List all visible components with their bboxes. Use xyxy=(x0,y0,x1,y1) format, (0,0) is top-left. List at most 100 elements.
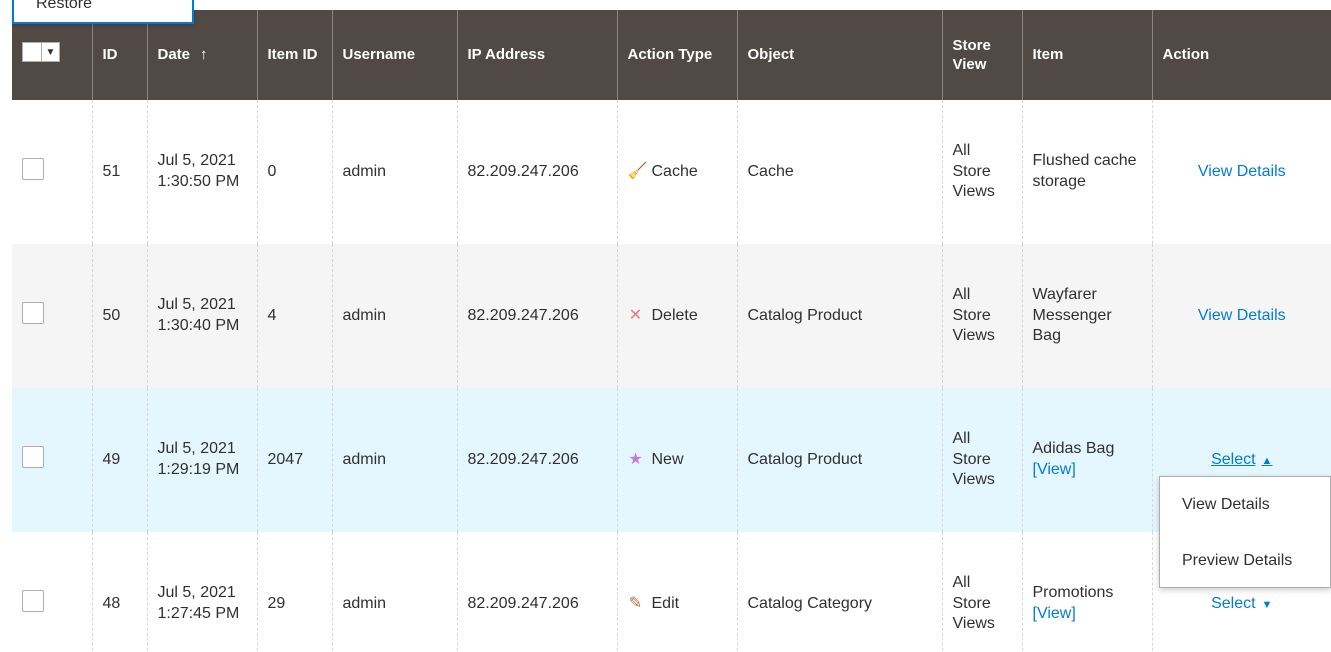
item-view-link[interactable]: [View] xyxy=(1033,461,1076,478)
row-checkbox-cell xyxy=(12,532,92,652)
column-header-username[interactable]: Username xyxy=(331,10,457,100)
table-row: 50 Jul 5, 2021 1:30:40 PM 4 admin 82.209… xyxy=(12,244,1331,388)
cell-username: admin xyxy=(331,100,457,244)
view-details-link[interactable]: View Details xyxy=(1198,307,1286,324)
cell-store-view: All Store Views xyxy=(941,244,1022,388)
header-row: ▼ ID Date ↑ Item ID Username IP Address A… xyxy=(12,10,1331,100)
row-checkbox-cell xyxy=(12,388,92,532)
column-label: Action Type xyxy=(627,46,713,64)
action-type-label: Delete xyxy=(651,306,698,324)
cell-date: Jul 5, 2021 1:30:40 PM xyxy=(146,244,257,388)
close-icon: ✕ xyxy=(628,306,643,324)
row-checkbox[interactable] xyxy=(22,301,44,324)
column-header-ip-address[interactable]: IP Address xyxy=(456,10,617,100)
item-view-link[interactable]: [View] xyxy=(1033,605,1076,622)
column-header-item-id[interactable]: Item ID xyxy=(256,10,332,100)
chevron-up-icon: ▲ xyxy=(1261,454,1273,467)
cell-item: Flushed cache storage xyxy=(1021,100,1152,244)
mass-select-control[interactable]: ▼ xyxy=(22,42,60,63)
cell-object: Catalog Product xyxy=(736,244,942,388)
row-checkbox[interactable] xyxy=(22,589,44,612)
cell-store-view: All Store Views xyxy=(941,100,1022,244)
cell-item: Promotions [View] xyxy=(1021,532,1152,652)
row-checkbox-cell xyxy=(12,244,92,388)
cell-object: Catalog Category xyxy=(736,532,942,652)
cell-date: Jul 5, 2021 1:29:19 PM xyxy=(146,388,257,532)
broom-icon: 🧹 xyxy=(627,162,648,180)
row-checkbox[interactable] xyxy=(22,157,44,180)
cell-username: admin xyxy=(331,388,457,532)
cell-ip-address: 82.209.247.206 xyxy=(456,388,617,532)
column-header-action-type[interactable]: Action Type xyxy=(616,10,737,100)
action-type-label: New xyxy=(651,450,684,468)
star-icon: ★ xyxy=(628,450,643,468)
cell-id: 48 xyxy=(91,532,147,652)
preview-details-option[interactable]: Preview Details xyxy=(1160,533,1330,589)
cell-item: Wayfarer Messenger Bag xyxy=(1021,244,1152,388)
column-header-store-view[interactable]: Store View xyxy=(941,10,1022,100)
cell-username: admin xyxy=(331,532,457,652)
chevron-down-icon[interactable]: ▼ xyxy=(42,42,60,63)
column-label: Username xyxy=(342,46,416,64)
row-checkbox-cell xyxy=(12,100,92,244)
cell-date: Jul 5, 2021 1:30:50 PM xyxy=(146,100,257,244)
cell-action-type: ✎ Edit xyxy=(616,532,737,652)
item-name: Adidas Bag xyxy=(1032,440,1115,458)
cell-item-id: 4 xyxy=(256,244,332,388)
cell-item-id: 29 xyxy=(256,532,332,652)
pencil-icon: ✎ xyxy=(628,594,643,612)
action-type-label: Cache xyxy=(651,162,698,180)
column-label: Date xyxy=(157,46,191,64)
chevron-down-icon: ▼ xyxy=(1261,598,1273,611)
cell-action: View Details xyxy=(1151,100,1331,244)
mass-select-checkbox[interactable] xyxy=(22,42,42,63)
column-label: ID xyxy=(102,46,118,64)
cell-id: 51 xyxy=(91,100,147,244)
cell-item-id: 0 xyxy=(256,100,332,244)
view-details-option[interactable]: View Details xyxy=(1160,477,1330,533)
column-label: Object xyxy=(747,46,795,64)
column-label: Store View xyxy=(952,36,991,74)
action-dropdown-menu: View Details Preview Details xyxy=(1159,476,1331,588)
cell-object: Catalog Product xyxy=(736,388,942,532)
table-row: 51 Jul 5, 2021 1:30:50 PM 0 admin 82.209… xyxy=(12,100,1331,244)
cell-date: Jul 5, 2021 1:27:45 PM xyxy=(146,532,257,652)
action-select-button[interactable]: Select ▼ xyxy=(1211,595,1272,612)
cell-ip-address: 82.209.247.206 xyxy=(456,532,617,652)
view-details-link[interactable]: View Details xyxy=(1198,163,1286,180)
cell-ip-address: 82.209.247.206 xyxy=(456,244,617,388)
cell-id: 49 xyxy=(91,388,147,532)
restore-menu-item[interactable]: Restore xyxy=(36,0,92,13)
cell-action-type: 🧹 Cache xyxy=(616,100,737,244)
action-type-label: Edit xyxy=(651,594,680,612)
select-label: Select xyxy=(1211,450,1256,468)
table-row: 49 Jul 5, 2021 1:29:19 PM 2047 admin 82.… xyxy=(12,388,1331,532)
column-label: Item xyxy=(1032,46,1064,64)
action-log-table: ▼ ID Date ↑ Item ID Username IP Address A… xyxy=(12,10,1331,652)
select-label: Select xyxy=(1211,594,1256,612)
cell-ip-address: 82.209.247.206 xyxy=(456,100,617,244)
column-label: Action xyxy=(1162,46,1210,64)
item-name: Promotions xyxy=(1032,584,1114,602)
cell-id: 50 xyxy=(91,244,147,388)
mass-action-menu: Restore xyxy=(12,0,194,24)
column-label: IP Address xyxy=(467,46,546,64)
cell-item-id: 2047 xyxy=(256,388,332,532)
cell-username: admin xyxy=(331,244,457,388)
cell-store-view: All Store Views xyxy=(941,532,1022,652)
cell-store-view: All Store Views xyxy=(941,388,1022,532)
action-select-button[interactable]: Select ▲ xyxy=(1211,451,1272,468)
sort-arrow-icon: ↑ xyxy=(200,46,208,64)
table-row: 48 Jul 5, 2021 1:27:45 PM 29 admin 82.20… xyxy=(12,532,1331,652)
cell-action: View Details xyxy=(1151,244,1331,388)
column-header-action: Action xyxy=(1151,10,1331,100)
cell-action-type: ✕ Delete xyxy=(616,244,737,388)
column-label: Item ID xyxy=(267,46,318,64)
cell-object: Cache xyxy=(736,100,942,244)
column-header-object[interactable]: Object xyxy=(736,10,942,100)
action-log-grid: ▼ ID Date ↑ Item ID Username IP Address A… xyxy=(12,10,1331,652)
column-header-item[interactable]: Item xyxy=(1021,10,1152,100)
cell-item: Adidas Bag [View] xyxy=(1021,388,1152,532)
cell-action-type: ★ New xyxy=(616,388,737,532)
row-checkbox[interactable] xyxy=(22,445,44,468)
